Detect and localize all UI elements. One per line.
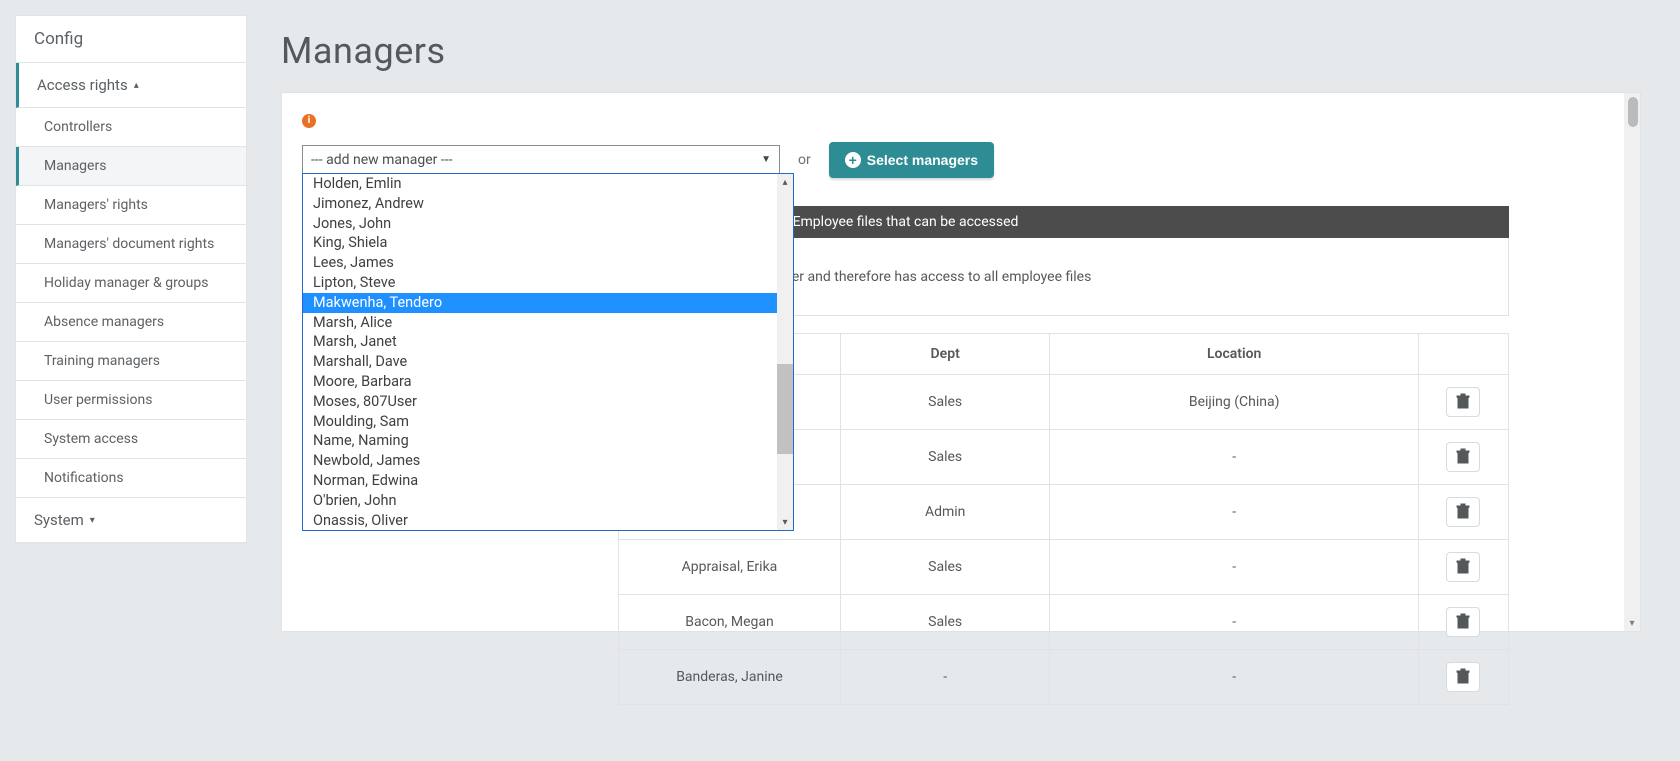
caret-down-icon: ▾ (90, 515, 95, 526)
table-header-dept[interactable]: Dept (840, 334, 1049, 375)
cell-dept: Sales (840, 540, 1049, 595)
sidebar-header-config[interactable]: Config (16, 16, 246, 63)
caret-up-icon: ▴ (134, 80, 139, 91)
dropdown-option[interactable]: Moore, Barbara (303, 372, 777, 392)
dropdown-option[interactable]: Marshall, Dave (303, 352, 777, 372)
sidebar: Config Access rights ▴ Controllers Manag… (15, 15, 247, 544)
delete-button[interactable] (1446, 497, 1480, 527)
cell-location: - (1050, 540, 1419, 595)
plus-icon: + (845, 152, 861, 168)
panel-scrollbar[interactable]: ▾ (1624, 93, 1640, 631)
table-header-location[interactable]: Location (1050, 334, 1419, 375)
cell-dept: Admin (840, 485, 1049, 540)
dropdown-option[interactable]: Newbold, James (303, 451, 777, 471)
cell-actions (1418, 375, 1508, 430)
sidebar-item-managers-rights[interactable]: Managers' rights (16, 186, 246, 225)
dropdown-option[interactable]: Moulding, Sam (303, 412, 777, 432)
sidebar-item-controllers[interactable]: Controllers (16, 108, 246, 147)
info-icon[interactable]: i (302, 114, 316, 128)
select-managers-button[interactable]: + Select managers (829, 142, 994, 178)
dropdown-option[interactable]: King, Shiela (303, 233, 777, 253)
dropdown-option[interactable]: Lipton, Steve (303, 273, 777, 293)
sidebar-item-managers-document-rights[interactable]: Managers' document rights (16, 225, 246, 264)
cell-actions (1418, 650, 1508, 705)
dropdown-option[interactable]: Lees, James (303, 253, 777, 273)
table-row: Bacon, MeganSales- (619, 595, 1509, 650)
sidebar-section-label: System (34, 511, 84, 529)
dropdown-option[interactable]: Jimonez, Andrew (303, 194, 777, 214)
dropdown-option[interactable]: Marsh, Alice (303, 313, 777, 333)
cell-actions (1418, 540, 1508, 595)
dropdown-option[interactable]: Norman, Edwina (303, 471, 777, 491)
sidebar-item-holiday-manager-groups[interactable]: Holiday manager & groups (16, 264, 246, 303)
delete-button[interactable] (1446, 552, 1480, 582)
delete-button[interactable] (1446, 387, 1480, 417)
cell-name: Banderas, Janine (619, 650, 841, 705)
cell-dept: Sales (840, 595, 1049, 650)
sidebar-section-access-rights[interactable]: Access rights ▴ (16, 63, 246, 108)
sidebar-item-managers[interactable]: Managers (16, 147, 246, 186)
dropdown-option[interactable]: O'brien, John (303, 491, 777, 511)
chevron-down-icon: ▼ (761, 154, 771, 165)
cell-dept: Sales (840, 430, 1049, 485)
trash-icon (1456, 668, 1470, 687)
delete-button[interactable] (1446, 662, 1480, 692)
table-row: Appraisal, ErikaSales- (619, 540, 1509, 595)
cell-location: - (1050, 485, 1419, 540)
cell-name: Appraisal, Erika (619, 540, 841, 595)
dropdown-scrollbar-track[interactable] (777, 174, 793, 530)
cell-actions (1418, 430, 1508, 485)
cell-actions (1418, 485, 1508, 540)
table-row: Banderas, Janine-- (619, 650, 1509, 705)
cell-location: - (1050, 650, 1419, 705)
manager-dropdown-list[interactable]: ▴ ▾ Holden, Emlin Jimonez, Andrew Jones,… (302, 173, 794, 531)
delete-button[interactable] (1446, 442, 1480, 472)
dropdown-option[interactable]: Moses, 807User (303, 392, 777, 412)
dropdown-option[interactable]: Holden, Emlin (303, 174, 777, 194)
panel-scrollbar-thumb[interactable] (1628, 97, 1638, 127)
main-content: Managers i --- add new manager --- ▼ or … (281, 30, 1641, 632)
cell-dept: - (840, 650, 1049, 705)
trash-icon (1456, 613, 1470, 632)
sidebar-item-absence-managers[interactable]: Absence managers (16, 303, 246, 342)
trash-icon (1456, 558, 1470, 577)
content-panel: i --- add new manager --- ▼ or + Select … (281, 92, 1641, 632)
scroll-down-arrow-icon[interactable]: ▾ (777, 514, 793, 530)
sidebar-item-training-managers[interactable]: Training managers (16, 342, 246, 381)
sidebar-section-label: Access rights (37, 76, 128, 94)
delete-button[interactable] (1446, 607, 1480, 637)
scroll-down-arrow-icon[interactable]: ▾ (1624, 615, 1640, 631)
add-manager-select[interactable]: --- add new manager --- ▼ (302, 145, 780, 175)
select-managers-label: Select managers (867, 152, 978, 168)
cell-location: Beijing (China) (1050, 375, 1419, 430)
cell-name: Bacon, Megan (619, 595, 841, 650)
sidebar-item-user-permissions[interactable]: User permissions (16, 381, 246, 420)
dropdown-option[interactable]: Jones, John (303, 214, 777, 234)
sidebar-section-system[interactable]: System ▾ (16, 498, 246, 543)
trash-icon (1456, 448, 1470, 467)
dropdown-option[interactable]: Marsh, Janet (303, 332, 777, 352)
trash-icon (1456, 393, 1470, 412)
sidebar-item-system-access[interactable]: System access (16, 420, 246, 459)
cell-actions (1418, 595, 1508, 650)
cell-location: - (1050, 595, 1419, 650)
select-placeholder: --- add new manager --- (311, 152, 452, 168)
trash-icon (1456, 503, 1470, 522)
dropdown-option-selected[interactable]: Makwenha, Tendero (303, 293, 777, 313)
dropdown-scrollbar-thumb[interactable] (777, 364, 793, 454)
dropdown-option[interactable]: Name, Naming (303, 431, 777, 451)
dropdown-option[interactable]: Onassis, Oliver (303, 511, 777, 531)
table-header-actions (1418, 334, 1508, 375)
cell-dept: Sales (840, 375, 1049, 430)
cell-location: - (1050, 430, 1419, 485)
scroll-up-arrow-icon[interactable]: ▴ (777, 174, 793, 190)
dropdown-option[interactable]: Opal, Claire (303, 530, 777, 531)
or-label: or (798, 152, 811, 168)
page-title: Managers (281, 30, 1641, 72)
sidebar-item-notifications[interactable]: Notifications (16, 459, 246, 498)
